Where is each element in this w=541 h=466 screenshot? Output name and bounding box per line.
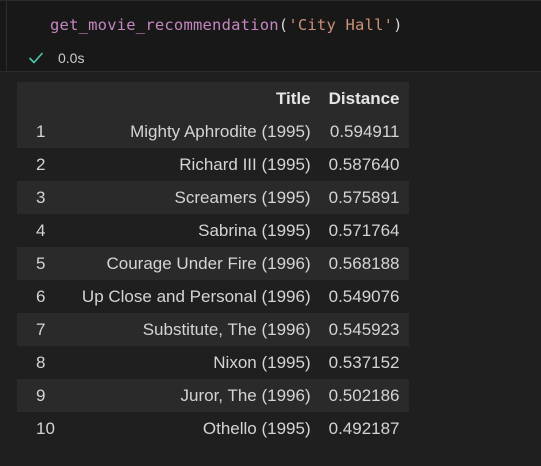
row-distance: 0.568188 (319, 247, 409, 280)
row-distance: 0.537152 (319, 346, 409, 379)
table-row: 9 Juror, The (1996) 0.502186 (17, 379, 409, 412)
row-distance: 0.575891 (319, 181, 409, 214)
row-title: Screamers (1995) (72, 181, 320, 214)
table-row: 8 Nixon (1995) 0.537152 (17, 346, 409, 379)
row-index: 3 (17, 181, 73, 214)
code-cell[interactable]: get_movie_recommendation('City Hall') 0.… (0, 0, 541, 73)
column-header-distance: Distance (319, 82, 409, 115)
check-icon (28, 50, 44, 66)
row-distance: 0.502186 (319, 379, 409, 412)
table-row: 4 Sabrina (1995) 0.571764 (17, 214, 409, 247)
row-title: Richard III (1995) (72, 148, 320, 181)
table-header-row: Title Distance (17, 82, 409, 115)
row-index: 9 (17, 379, 73, 412)
row-distance: 0.545923 (319, 313, 409, 346)
row-title: Courage Under Fire (1996) (72, 247, 320, 280)
table-row: 6 Up Close and Personal (1996) 0.549076 (17, 280, 409, 313)
cell-output: Title Distance 1 Mighty Aphrodite (1995)… (17, 82, 409, 445)
code-line[interactable]: get_movie_recommendation('City Hall') (50, 16, 403, 34)
row-index: 5 (17, 247, 73, 280)
row-distance: 0.594911 (319, 115, 409, 148)
execution-status: 0.0s (28, 48, 84, 68)
table-row: 3 Screamers (1995) 0.575891 (17, 181, 409, 214)
code-string-argument: 'City Hall' (288, 16, 394, 34)
row-index: 8 (17, 346, 73, 379)
row-title: Sabrina (1995) (72, 214, 320, 247)
table-row: 1 Mighty Aphrodite (1995) 0.594911 (17, 115, 409, 148)
code-function-name: get_movie_recommendation (50, 16, 279, 34)
row-title: Mighty Aphrodite (1995) (72, 115, 320, 148)
row-title: Juror, The (1996) (72, 379, 320, 412)
table-row: 5 Courage Under Fire (1996) 0.568188 (17, 247, 409, 280)
row-distance: 0.492187 (319, 412, 409, 445)
row-distance: 0.549076 (319, 280, 409, 313)
row-title: Substitute, The (1996) (72, 313, 320, 346)
column-header-title: Title (72, 82, 320, 115)
row-title: Up Close and Personal (1996) (72, 280, 320, 313)
notebook-page: get_movie_recommendation('City Hall') 0.… (0, 0, 541, 466)
code-close-paren: ) (393, 16, 403, 34)
row-index: 7 (17, 313, 73, 346)
row-title: Othello (1995) (72, 412, 320, 445)
row-title: Nixon (1995) (72, 346, 320, 379)
table-row: 2 Richard III (1995) 0.587640 (17, 148, 409, 181)
column-header-index (17, 82, 73, 115)
row-index: 4 (17, 214, 73, 247)
row-distance: 0.571764 (319, 214, 409, 247)
row-index: 10 (17, 412, 73, 445)
row-index: 1 (17, 115, 73, 148)
execution-time: 0.0s (58, 50, 85, 66)
cell-gutter (6, 1, 7, 73)
table-row: 10 Othello (1995) 0.492187 (17, 412, 409, 445)
row-distance: 0.587640 (319, 148, 409, 181)
code-open-paren: ( (278, 16, 289, 34)
row-index: 2 (17, 148, 73, 181)
dataframe-table: Title Distance 1 Mighty Aphrodite (1995)… (17, 82, 409, 445)
table-row: 7 Substitute, The (1996) 0.545923 (17, 313, 409, 346)
row-index: 6 (17, 280, 73, 313)
